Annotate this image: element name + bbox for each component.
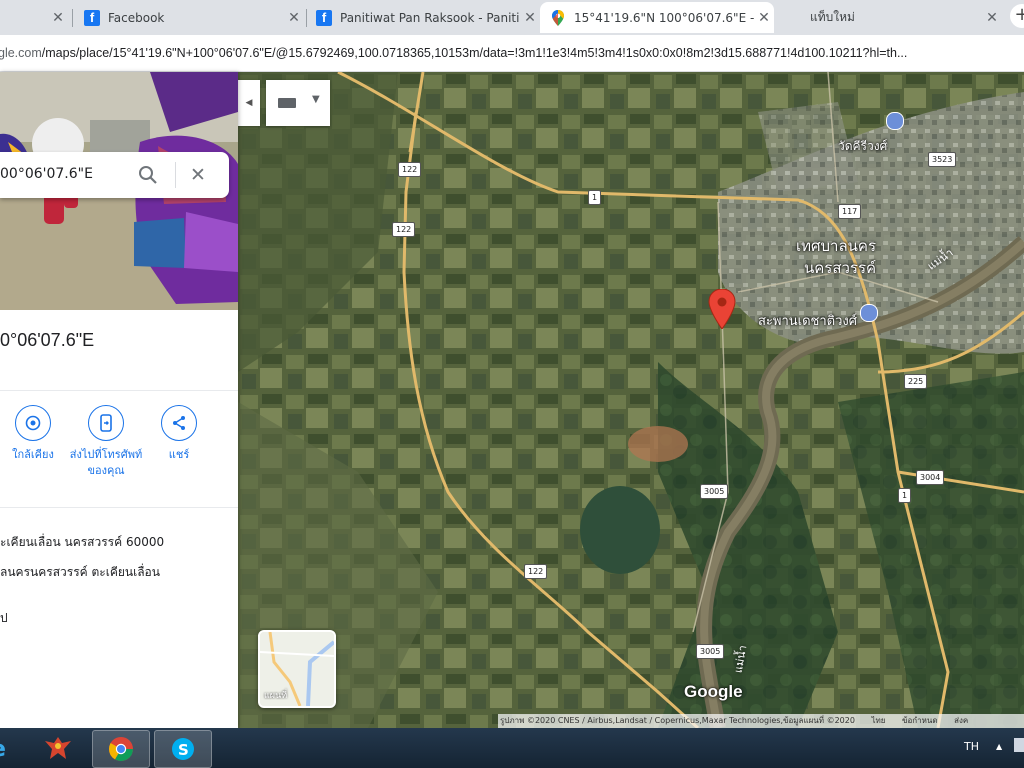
minimap-label: แผนที่ — [264, 691, 288, 701]
collapse-panel-button[interactable]: ◀ — [238, 80, 260, 126]
nearby-button[interactable]: ใกล้เคียง — [0, 405, 73, 463]
search-input[interactable]: 00°06'07.6"E — [0, 166, 93, 182]
address-text: ะเคียนเลื่อน นครสวรรค์ 60000 — [0, 535, 165, 549]
tab-partial[interactable]: ✕ — [0, 2, 68, 33]
tab-facebook[interactable]: f Facebook ✕ — [74, 2, 304, 33]
road-shield: 3523 — [928, 152, 957, 167]
send-to-phone-label: ส่งไปที่โทรศัพท์ของคุณ — [69, 448, 143, 477]
new-tab-page-icon — [786, 10, 802, 26]
thai-garuda-icon[interactable] — [38, 730, 78, 766]
terms-link[interactable]: ข้อกำหนด — [902, 716, 938, 725]
language-link[interactable]: ไทย — [871, 716, 885, 725]
google-maps-icon — [550, 9, 566, 26]
nearby-label: ใกล้เคียง — [12, 448, 54, 461]
search-box[interactable]: 00°06'07.6"E ✕ — [0, 152, 229, 198]
facebook-icon: f — [84, 9, 100, 26]
road-shield: 3004 — [916, 470, 945, 485]
close-icon[interactable]: ✕ — [284, 10, 304, 26]
satellite-map[interactable]: เทศบาลนคร นครสวรรค์ สะพานเดชาติวงศ์ วัดค… — [238, 72, 1024, 728]
close-icon[interactable]: ✕ — [48, 10, 68, 26]
share-label: แชร์ — [168, 448, 190, 461]
svg-text:e: e — [0, 737, 6, 760]
close-icon[interactable]: ✕ — [754, 10, 774, 26]
nearby-icon — [15, 405, 51, 441]
internet-explorer-icon[interactable]: e — [0, 730, 16, 766]
tab-google-maps[interactable]: 15°41'19.6"N 100°06'07.6"E - Go ✕ — [540, 2, 774, 33]
road-shield: 122 — [392, 222, 416, 237]
map-label-bridge: สะพานเดชาติวงศ์ — [758, 314, 858, 329]
map-label-city: นครสวรรค์ — [804, 259, 877, 277]
bridge-poi-icon[interactable] — [860, 304, 878, 322]
road-shield: 1 — [898, 488, 912, 503]
divider — [0, 507, 238, 508]
attribution-text: รูปภาพ ©2020 CNES / Airbus,Landsat / Cop… — [500, 716, 855, 725]
clear-search-icon[interactable]: ✕ — [190, 164, 206, 186]
info-text: ป — [0, 611, 8, 625]
send-to-phone-icon — [88, 405, 124, 441]
skype-icon[interactable]: S — [154, 730, 212, 768]
tab-panitiwat[interactable]: f Panitiwat Pan Raksook - Panitiw ✕ — [306, 2, 540, 33]
satellite-imagery — [238, 72, 1024, 728]
network-icon[interactable] — [1014, 738, 1024, 752]
chevron-down-icon: ▼ — [312, 94, 320, 105]
divider — [0, 390, 238, 391]
place-title: 0°06'07.6"E — [0, 330, 95, 350]
plus-code-text: ลนครนครสวรรค์ ตะเคียนเลื่อน — [0, 565, 160, 579]
location-pin-icon[interactable] — [708, 289, 736, 329]
temple-poi-icon[interactable] — [886, 112, 904, 130]
share-button[interactable]: แชร์ — [139, 405, 219, 463]
keyboard-icon — [278, 98, 296, 108]
map-label-temple: วัดคีรีวงศ์ — [838, 139, 888, 153]
google-logo: Google — [684, 682, 743, 701]
facebook-icon: f — [316, 9, 332, 26]
language-indicator[interactable]: TH — [964, 740, 979, 753]
road-shield: 3005 — [696, 644, 725, 659]
chrome-icon[interactable] — [92, 730, 150, 768]
address-bar[interactable]: gle.com/maps/place/15°41'19.6"N+100°06'0… — [0, 35, 1024, 72]
tab-strip: ✕ f Facebook ✕ f Panitiwat Pan Raksook -… — [0, 0, 1024, 35]
taskbar: e S TH ▲ — [0, 728, 1024, 768]
close-icon[interactable]: ✕ — [982, 10, 1002, 26]
road-shield: 122 — [524, 564, 548, 579]
share-icon — [161, 405, 197, 441]
map-attribution: รูปภาพ ©2020 CNES / Airbus,Landsat / Cop… — [498, 714, 1024, 728]
road-shield: 1 — [588, 190, 602, 205]
tab-new-tab-page[interactable]: แท็บใหม่ ✕ — [776, 2, 1002, 33]
layer-toggle-button[interactable]: ▼ — [266, 80, 330, 126]
map-type-switcher[interactable]: แผนที่ — [258, 630, 336, 708]
road-shield: 117 — [838, 204, 862, 219]
new-tab-button[interactable]: + — [1010, 4, 1024, 28]
map-label-city: เทศบาลนคร — [796, 237, 877, 255]
search-divider — [175, 162, 176, 188]
search-icon[interactable] — [138, 165, 158, 185]
tray-expand-icon[interactable]: ▲ — [996, 742, 1002, 751]
tab-divider — [72, 9, 73, 27]
road-shield: 3005 — [700, 484, 729, 499]
close-icon[interactable]: ✕ — [520, 10, 540, 26]
url-text[interactable]: gle.com/maps/place/15°41'19.6"N+100°06'0… — [0, 41, 1024, 65]
road-shield: 225 — [904, 374, 928, 389]
svg-text:S: S — [178, 741, 189, 759]
road-shield: 122 — [398, 162, 422, 177]
feedback-link[interactable]: ส่งค — [954, 716, 968, 725]
send-to-phone-button[interactable]: ส่งไปที่โทรศัพท์ของคุณ — [66, 405, 146, 479]
place-panel: 00°06'07.6"E ✕ 0°06'07.6"E ใกล้เคียง ส่ง… — [0, 72, 238, 728]
